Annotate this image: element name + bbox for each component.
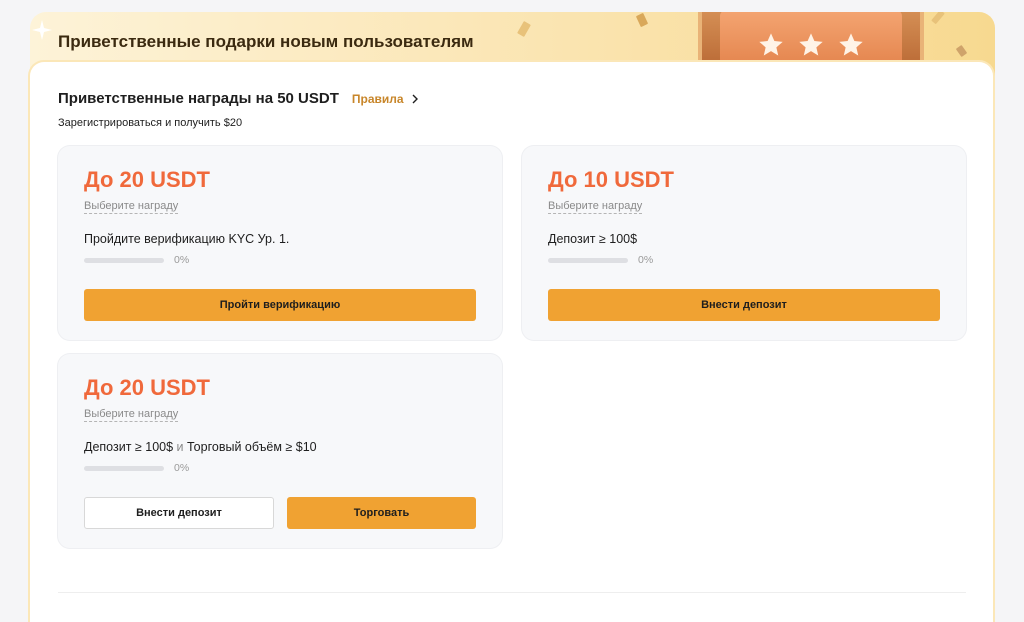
confetti-decoration bbox=[955, 44, 968, 58]
confetti-decoration bbox=[517, 20, 531, 38]
confetti-decoration bbox=[931, 12, 945, 25]
verify-button[interactable]: Пройти верификацию bbox=[84, 289, 476, 321]
rules-link[interactable]: Правила bbox=[352, 92, 418, 106]
sparkle-icon bbox=[32, 20, 52, 40]
star-icon bbox=[759, 33, 783, 56]
section-title: Приветственные награды на 50 USDT Правил… bbox=[58, 90, 418, 107]
reward-card-deposit: До 10 USDT Выберите награду Депозит ≥ 10… bbox=[522, 146, 966, 340]
section-title-text: Приветственные награды на 50 USDT bbox=[58, 90, 339, 107]
reward-task: Депозит ≥ 100$ и Торговый объём ≥ $10 bbox=[84, 440, 317, 454]
progress-percent: 0% bbox=[638, 254, 654, 266]
choose-reward-link[interactable]: Выберите награду bbox=[84, 200, 179, 214]
reward-amount: До 10 USDT bbox=[548, 167, 674, 192]
reward-task: Пройдите верификацию KYC Ур. 1. bbox=[84, 232, 290, 246]
task-conjunction: и bbox=[176, 440, 184, 454]
choose-reward-link[interactable]: Выберите награду bbox=[84, 408, 179, 422]
rewards-panel: Приветственные награды на 50 USDT Правил… bbox=[30, 62, 993, 622]
star-icon bbox=[839, 33, 863, 56]
task-trade-volume: Торговый объём ≥ $10 bbox=[187, 440, 317, 454]
rules-label: Правила bbox=[351, 91, 404, 106]
progress-bar bbox=[84, 258, 164, 263]
banner-title: Приветственные подарки новым пользовател… bbox=[58, 32, 474, 51]
reward-amount: До 20 USDT bbox=[84, 167, 210, 192]
progress-percent: 0% bbox=[174, 462, 190, 474]
progress-bar bbox=[84, 466, 164, 471]
section-subtitle: Зарегистрироваться и получить $20 bbox=[58, 117, 243, 129]
choose-reward-link[interactable]: Выберите награду bbox=[548, 200, 643, 214]
progress-percent: 0% bbox=[174, 254, 190, 266]
trade-button[interactable]: Торговать bbox=[287, 497, 476, 529]
reward-task: Депозит ≥ 100$ bbox=[548, 232, 638, 246]
star-icon bbox=[799, 33, 823, 56]
reward-card-deposit-trade: До 20 USDT Выберите награду Депозит ≥ 10… bbox=[58, 354, 502, 548]
confetti-decoration bbox=[635, 12, 649, 28]
divider bbox=[58, 592, 966, 593]
progress-bar bbox=[548, 258, 628, 263]
chevron-right-icon bbox=[412, 94, 418, 103]
reward-amount: До 20 USDT bbox=[84, 375, 210, 400]
deposit-button[interactable]: Внести депозит bbox=[84, 497, 274, 529]
task-deposit: Депозит ≥ 100$ bbox=[84, 440, 174, 454]
deposit-button[interactable]: Внести депозит bbox=[548, 289, 940, 321]
reward-card-kyc: До 20 USDT Выберите награду Пройдите вер… bbox=[58, 146, 502, 340]
